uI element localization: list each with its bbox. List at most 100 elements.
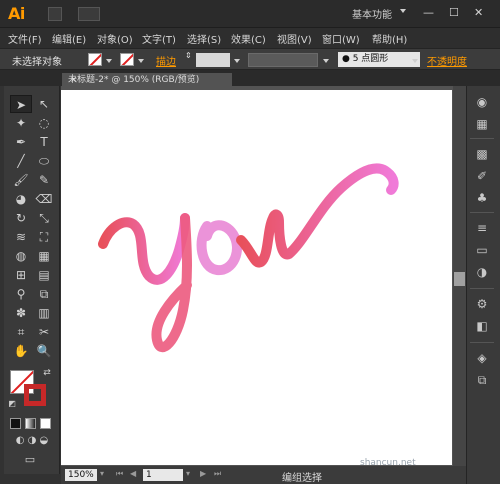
menu-file[interactable]: 文件(F) [8,31,42,46]
pen-tool-icon[interactable]: ✒ [10,133,32,151]
gradient-panel-icon[interactable]: ▭ [474,242,490,258]
lasso-tool-icon[interactable]: ◌ [33,114,55,132]
app-logo: Ai [8,4,25,23]
menu-help[interactable]: 帮助(H) [372,31,407,46]
you-lettering-artwork[interactable] [61,90,452,465]
artboard-dropdown-icon[interactable]: ▾ [186,469,190,478]
close-tab-icon[interactable]: × [70,73,78,87]
color-panel-icon[interactable]: ◉ [474,94,490,110]
stroke-panel-icon[interactable]: ≡ [474,220,490,236]
document-tab[interactable]: 未标题-2* @ 150% (RGB/预览) × [62,73,232,87]
menu-type[interactable]: 文字(T) [142,31,176,46]
status-readout[interactable]: 编组选择 [282,469,322,484]
paintbrush-tool-icon[interactable]: 🖌 [10,171,32,189]
brush-definition[interactable]: ● 5 点圆形 [338,52,420,67]
next-artboard-icon[interactable]: ▶ [200,469,206,478]
menu-window[interactable]: 窗口(W) [322,31,360,46]
mesh-tool-icon[interactable]: ⊞ [10,266,32,284]
menu-object[interactable]: 对象(O) [97,31,133,46]
document-tab-title: 未标题-2* @ 150% (RGB/预览) [68,75,200,85]
magic-wand-tool-icon[interactable]: ✦ [10,114,32,132]
artboard-tool-icon[interactable]: ⌗ [10,323,32,341]
line-tool-icon[interactable]: ╱ [10,152,32,170]
stroke-dropdown-icon[interactable] [138,59,144,63]
menu-effect[interactable]: 效果(C) [231,31,266,46]
previous-artboard-icon[interactable]: ◀ [130,469,136,478]
last-artboard-icon[interactable]: ⏭ [214,469,221,479]
menu-view[interactable]: 视图(V) [277,31,312,46]
graphic-styles-panel-icon[interactable]: ◧ [474,318,490,334]
brushes-panel-icon[interactable]: ✐ [474,168,490,184]
gradient-tool-icon[interactable]: ▤ [33,266,55,284]
first-artboard-icon[interactable]: ⏮ [116,469,123,479]
warp-tool-icon[interactable]: ≋ [10,228,32,246]
symbol-sprayer-tool-icon[interactable]: ✽ [10,304,32,322]
slice-tool-icon[interactable]: ✂ [33,323,55,341]
chevron-down-icon[interactable] [400,9,406,13]
perspective-grid-tool-icon[interactable]: ▦ [33,247,55,265]
stroke-swatch[interactable] [120,53,134,66]
pencil-tool-icon[interactable]: ✎ [33,171,55,189]
vertical-scroll-thumb[interactable] [454,272,465,286]
zoom-tool-icon[interactable]: 🔍 [33,342,55,360]
letter-o-stroke [196,220,242,275]
artboard-number-field[interactable]: 1 [143,469,183,481]
eraser-tool-icon[interactable]: ⌫ [33,190,55,208]
eyedropper-tool-icon[interactable]: ⚲ [10,285,32,303]
direct-selection-tool-icon[interactable]: ↖ [33,95,55,113]
free-transform-tool-icon[interactable]: ⛶ [33,228,55,246]
stroke-weight-dropdown-icon[interactable] [234,59,240,63]
artboard[interactable] [61,90,452,465]
blob-brush-tool-icon[interactable]: ◕ [10,190,32,208]
shape-builder-tool-icon[interactable]: ◍ [10,247,32,265]
selection-status: 未选择对象 [12,57,62,68]
column-graph-tool-icon[interactable]: ▥ [33,304,55,322]
symbols-panel-icon[interactable]: ♣ [474,190,490,206]
menu-edit[interactable]: 编辑(E) [52,31,86,46]
default-fill-stroke-icon[interactable]: ◩ [6,398,18,410]
appearance-panel-icon[interactable]: ⚙ [474,296,490,312]
rotate-tool-icon[interactable]: ↻ [10,209,32,227]
bridge-button[interactable] [48,7,62,21]
stroke-weight-field[interactable] [196,53,230,67]
zoom-dropdown-icon[interactable]: ▾ [100,469,104,478]
workspace-switcher[interactable]: 基本功能 [352,6,392,21]
opacity-panel-link[interactable]: 不透明度 [427,53,467,68]
control-bar: 未选择对象 描边 ⇕ ● 5 点圆形 不透明度 [0,48,500,70]
drawing-modes-icon[interactable]: ◐ ◑ ◒ [8,434,56,448]
zoom-level-field[interactable]: 150% [65,469,97,481]
blend-tool-icon[interactable]: ⧉ [33,285,55,303]
maximize-button[interactable]: ☐ [449,6,459,19]
gradient-button[interactable] [25,418,36,429]
none-button[interactable] [40,418,51,429]
stroke-proxy-swatch[interactable] [24,384,46,406]
fill-dropdown-icon[interactable] [106,59,112,63]
hand-tool-icon[interactable]: ✋ [10,342,32,360]
transparency-panel-icon[interactable]: ◑ [474,264,490,280]
profile-dropdown-icon[interactable] [323,59,329,63]
screen-mode-icon[interactable]: ▭ [18,453,42,467]
minimize-button[interactable]: — [423,6,434,19]
layers-panel-icon[interactable]: ◈ [474,350,490,366]
scale-tool-icon[interactable]: ⤡ [33,209,55,227]
color-button[interactable] [10,418,21,429]
swatches-panel-icon[interactable]: ▩ [474,146,490,162]
artboards-panel-icon[interactable]: ⧉ [474,372,490,388]
type-tool-icon[interactable]: T [33,133,55,151]
ellipse-tool-icon[interactable]: ⬭ [33,152,55,170]
variable-width-profile[interactable] [248,53,318,67]
brush-dropdown-icon[interactable] [412,59,418,63]
stroke-panel-link[interactable]: 描边 [156,53,176,68]
letter-u-stroke [236,163,399,268]
close-window-button[interactable]: ✕ [474,6,483,19]
fill-swatch[interactable] [88,53,102,66]
dock-separator [470,342,494,343]
watermark: shancun.net [360,458,416,468]
arrange-documents-button[interactable] [78,7,100,21]
stroke-stepper-icon[interactable]: ⇕ [185,51,192,60]
color-guide-panel-icon[interactable]: ▦ [474,116,490,132]
dock-separator [470,138,494,139]
swap-fill-stroke-icon[interactable]: ⇄ [40,366,54,380]
selection-tool-icon[interactable]: ➤ [10,95,32,113]
menu-select[interactable]: 选择(S) [187,31,221,46]
